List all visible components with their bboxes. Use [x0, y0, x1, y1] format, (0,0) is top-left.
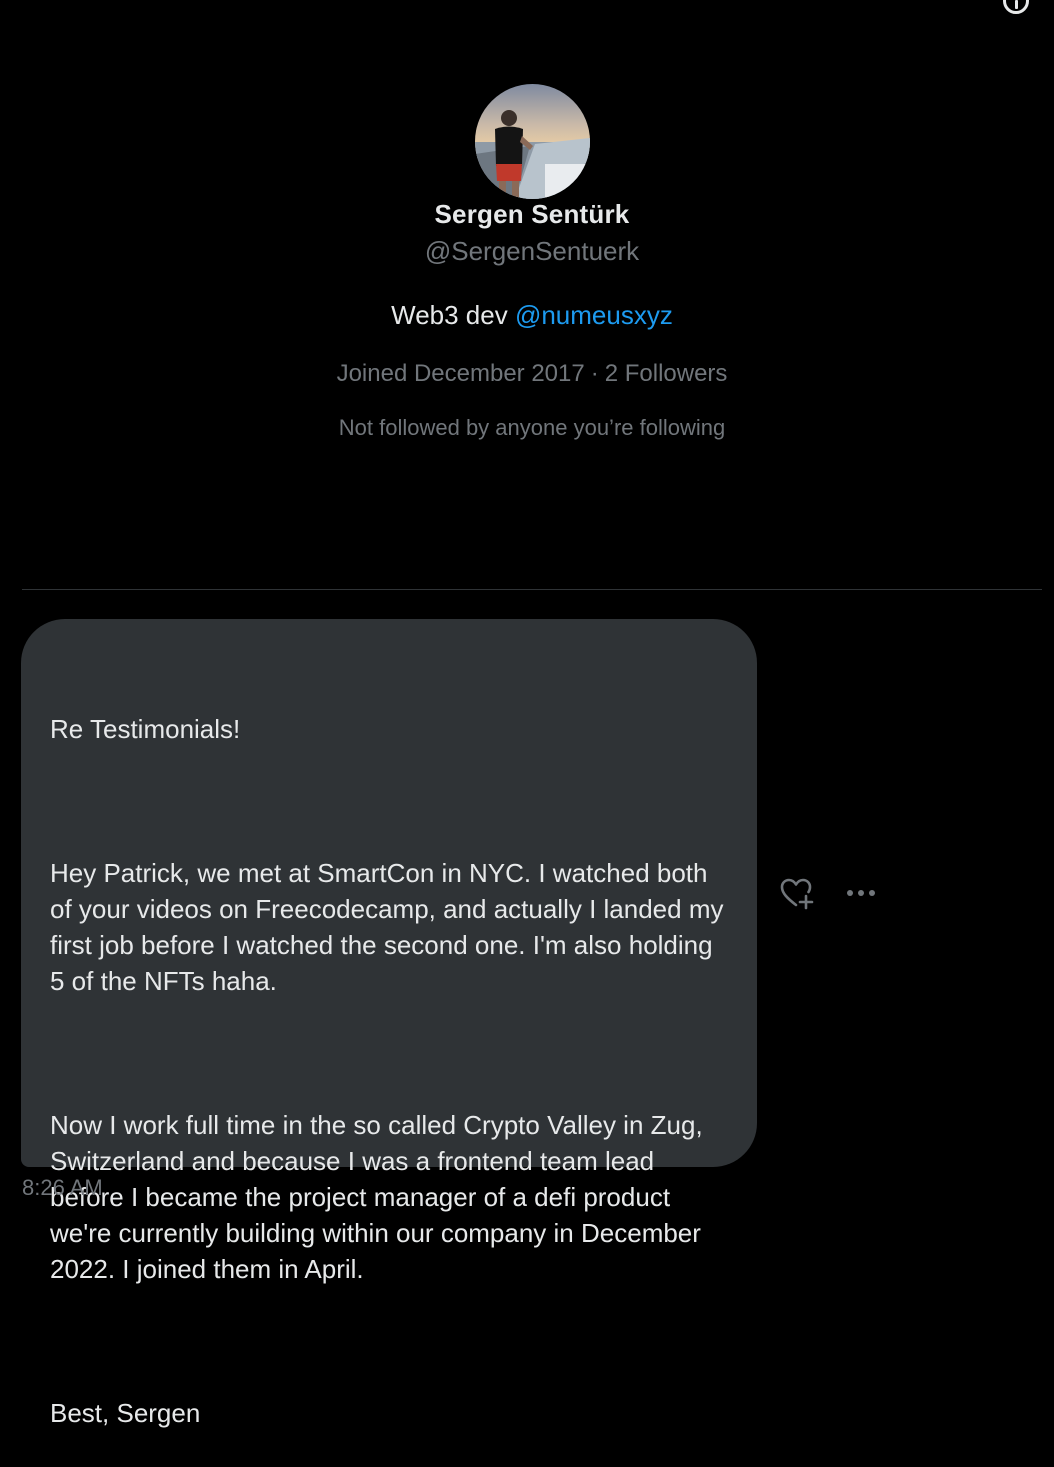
bio-text: Web3 dev — [391, 300, 515, 330]
message-paragraph: Now I work full time in the so called Cr… — [50, 1110, 710, 1284]
profile-meta: Joined December 2017 · 2 Followers — [0, 360, 1054, 388]
not-followed-notice: Not followed by anyone you’re following — [338, 415, 726, 440]
message-paragraph: Best, Sergen — [50, 1398, 201, 1428]
message-bubble[interactable]: Re Testimonials! Hey Patrick, we met at … — [21, 619, 757, 1428]
bio-link[interactable]: @numeusxyz — [515, 300, 673, 330]
info-icon[interactable] — [1003, 0, 1029, 14]
message-paragraph: Re Testimonials! — [50, 714, 241, 744]
avatar[interactable] — [475, 84, 590, 199]
more-horizontal-icon[interactable] — [845, 880, 879, 906]
bio: Web3 dev @numeusxyz — [0, 300, 1054, 331]
handle[interactable]: @SergenSentuerk — [0, 236, 1054, 267]
heart-plus-icon[interactable] — [779, 876, 815, 910]
display-name[interactable]: Sergen Sentürk — [0, 199, 1054, 230]
followers-count[interactable]: 2 Followers — [605, 360, 728, 387]
message-paragraph: Hey Patrick, we met at SmartCon in NYC. … — [50, 858, 731, 996]
message-timestamp: 8:26 AM — [22, 1175, 103, 1200]
divider — [22, 589, 1042, 590]
joined-date: Joined December 2017 — [336, 360, 585, 387]
meta-separator: · — [590, 360, 599, 387]
